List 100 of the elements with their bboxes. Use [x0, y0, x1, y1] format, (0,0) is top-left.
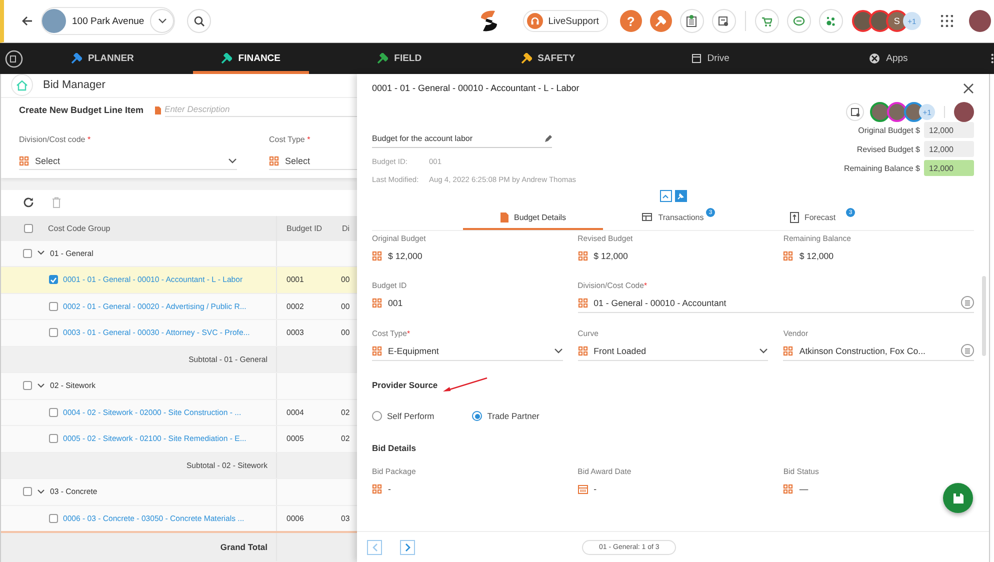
chevron-down-icon	[228, 158, 237, 164]
checkbox[interactable]	[49, 408, 58, 417]
summary-value: 12,000	[924, 141, 974, 157]
refresh-icon[interactable]	[23, 197, 34, 208]
chevron-down-icon	[158, 18, 167, 24]
forecast-icon	[790, 212, 800, 223]
chat-button[interactable]	[786, 9, 811, 33]
column-header[interactable]: Budget ID	[276, 216, 341, 240]
field-value: $ 12,000	[372, 246, 563, 265]
pin-button[interactable]	[674, 190, 686, 202]
checkbox[interactable]	[49, 514, 58, 523]
radio-button[interactable]	[472, 411, 482, 421]
checkbox[interactable]	[24, 224, 33, 232]
list-lookup-icon[interactable]	[961, 344, 974, 357]
field-label: Division/Cost code *	[19, 134, 91, 144]
hammer-button[interactable]	[650, 10, 672, 32]
module-switch-icon[interactable]	[5, 50, 24, 68]
checkbox[interactable]	[49, 328, 58, 338]
live-support-button[interactable]: LiveSupport	[523, 10, 608, 32]
select-field[interactable]: Select	[269, 152, 357, 170]
grid-icon	[372, 484, 382, 494]
grid-icon	[269, 156, 279, 166]
pencil-icon[interactable]	[544, 134, 552, 142]
column-header[interactable]: Di	[341, 216, 357, 240]
headset-icon	[527, 13, 544, 29]
radio-option[interactable]: Self Perform	[372, 411, 434, 421]
chevron-icon[interactable]	[37, 382, 45, 389]
select-field[interactable]: Atkinson Construction, Fox Co...	[783, 341, 974, 361]
checkbox[interactable]	[49, 302, 58, 311]
tab[interactable]: Budget Details	[463, 207, 603, 230]
document-button[interactable]	[846, 103, 864, 121]
chevron-down-icon	[759, 348, 768, 354]
cart-button[interactable]	[754, 9, 779, 33]
grid-icon	[19, 156, 29, 166]
search-button[interactable]	[187, 9, 212, 33]
column-header[interactable]: Cost Code Group	[1, 216, 276, 240]
select-field[interactable]: E-Equipment	[372, 341, 563, 361]
field-value: -	[578, 479, 768, 498]
document-icon	[500, 212, 509, 223]
checkbox[interactable]	[23, 248, 32, 258]
hammer-icon	[70, 53, 82, 64]
chevron-icon[interactable]	[37, 488, 45, 495]
checkbox[interactable]	[49, 275, 58, 284]
chevron-icon[interactable]	[37, 250, 45, 256]
checkbox[interactable]	[23, 487, 32, 496]
photo-placeholder	[42, 9, 66, 33]
select-field[interactable]: Select	[19, 152, 237, 170]
save-button[interactable]	[943, 483, 973, 513]
user-avatar[interactable]	[852, 10, 874, 32]
chevron-up-icon	[662, 194, 669, 198]
apps-icon	[869, 53, 880, 64]
module-tab[interactable]: SAFETY	[490, 43, 606, 74]
select-field[interactable]: Front Loaded	[578, 341, 768, 361]
apps-grid-icon[interactable]	[940, 15, 953, 27]
user-avatar[interactable]	[954, 102, 974, 122]
description-field[interactable]: Budget for the account labor	[372, 130, 552, 148]
item-title: 0001 - 01 - General - 00010 - Accountant - L - Labor	[372, 83, 580, 93]
field-value: $ 12,000	[578, 246, 768, 265]
description-field[interactable]: Enter Description	[164, 104, 357, 117]
project-selector[interactable]: 100 Park Avenue	[41, 7, 176, 35]
page-title: Bid Manager	[43, 79, 106, 92]
user-avatar[interactable]	[870, 102, 890, 122]
form-title: Create New Budget Line Item	[19, 105, 144, 116]
list-lookup-icon[interactable]	[961, 296, 974, 309]
user-avatar[interactable]	[968, 10, 991, 32]
module-tab[interactable]: PLANNER	[44, 43, 161, 74]
clipboard-button[interactable]	[680, 9, 704, 33]
radio-button[interactable]	[372, 411, 382, 421]
document-button[interactable]	[712, 9, 736, 33]
pin-icon	[677, 192, 684, 200]
annotation-arrow	[442, 377, 488, 393]
module-tab[interactable]: Drive	[638, 43, 784, 74]
summary-label: Original Budget $	[858, 126, 920, 134]
close-icon	[962, 83, 974, 94]
hammer-icon	[377, 53, 388, 64]
summary-value: 12,000	[924, 122, 974, 138]
back-arrow-icon[interactable]	[22, 16, 33, 26]
collapse-button[interactable]	[660, 190, 672, 202]
trash-icon[interactable]	[52, 197, 61, 208]
hammer-icon	[221, 53, 232, 64]
select-field[interactable]: 01 - General - 00010 - Accountant	[578, 293, 974, 313]
table-icon	[642, 213, 654, 222]
more-menu-icon[interactable]	[991, 53, 994, 64]
summary-value: 12,000	[924, 160, 974, 176]
chevron-down-icon	[554, 348, 563, 354]
radio-option[interactable]: Trade Partner	[472, 411, 540, 421]
field-label: Cost Type *	[269, 134, 310, 144]
scrollbar[interactable]	[982, 276, 986, 356]
user-avatar[interactable]	[887, 102, 907, 122]
close-button[interactable]	[962, 82, 974, 94]
next-button[interactable]	[400, 540, 415, 554]
home-button[interactable]	[11, 74, 33, 96]
drive-icon	[692, 54, 702, 63]
module-tab[interactable]: Apps	[816, 43, 962, 74]
grid-icon	[578, 250, 588, 260]
checkbox[interactable]	[49, 434, 58, 444]
network-button[interactable]	[818, 9, 843, 33]
module-tab[interactable]: FIELD	[341, 43, 458, 74]
summary-label: Remaining Balance $	[844, 164, 920, 172]
checkbox[interactable]	[23, 381, 32, 390]
